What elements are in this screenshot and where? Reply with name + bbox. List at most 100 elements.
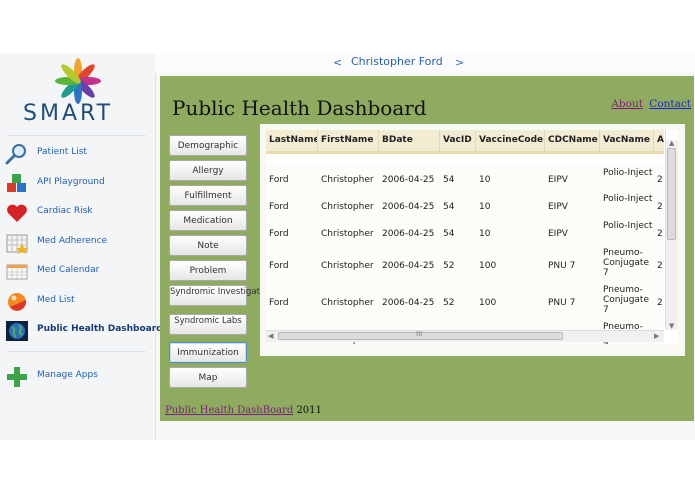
table-cell: 54	[443, 201, 455, 212]
table-cell: 54	[443, 228, 455, 239]
table-cell: EIPV	[548, 175, 568, 185]
table-row[interactable]: Ford Christopher 2006-04-25 54 10 EIPV Polio-I…	[266, 217, 664, 245]
column-header[interactable]: FirstName	[318, 130, 379, 151]
sidebar-item-public-health-dashboard[interactable]: Public Health Dashboard	[3, 318, 163, 344]
scroll-up-icon[interactable]: ▲	[669, 139, 674, 147]
table-row[interactable]: Ford Christopher 2006-04-25 52 100 PNU 7 Pneum…	[266, 244, 664, 282]
contact-link[interactable]: Contact	[649, 98, 691, 110]
table-cell: 54	[443, 175, 455, 185]
calendar-grid-icon	[6, 234, 28, 254]
scroll-grip: III	[416, 330, 423, 338]
top-links: About Contact	[611, 98, 691, 110]
table-cell: 52	[443, 297, 455, 308]
menu-button-map[interactable]: Map	[169, 367, 247, 388]
table-cell: Christopher	[321, 201, 374, 212]
menu-button-fulfillment[interactable]: Fulfillment	[169, 185, 247, 206]
sidebar-item-med-list[interactable]: Med List	[3, 289, 153, 315]
footer-year: 2011	[296, 405, 322, 416]
logo-text: SMART	[23, 101, 114, 126]
table-row[interactable]: Ford Christopher 2006-04-25 52 100 PNU 7 Pneum…	[266, 281, 664, 319]
immunization-grid: LastName FirstName BDate VacID VaccineCode CD…	[266, 130, 678, 344]
menu-button-syndromic-labs[interactable]: Syndromic Labs	[169, 314, 247, 335]
table-cell: 2006-04-25	[382, 201, 435, 212]
table-cell: PNU 7	[548, 297, 576, 308]
sidebar-item-api-playground[interactable]: API Playground	[3, 171, 153, 197]
table-row[interactable]: Ford Christopher 2006-04-25 54 10 EIPV Polio-I…	[266, 190, 664, 218]
table-cell: Polio-Inject	[603, 194, 653, 204]
page-title: Public Health Dashboard	[172, 96, 427, 120]
menu-button-medication[interactable]: Medication	[169, 210, 247, 231]
menu-button-note[interactable]: Note	[169, 235, 247, 256]
table-cell: Christopher	[321, 175, 374, 185]
horizontal-scroll-thumb[interactable]: III	[278, 330, 563, 340]
sidebar-item-label: Patient List	[37, 147, 87, 157]
menu-button-immunization[interactable]: Immunization	[169, 342, 247, 363]
sidebar-item-med-adherence[interactable]: Med Adherence	[3, 230, 153, 256]
table-cell: EIPV	[548, 228, 568, 239]
column-header[interactable]: VacName	[600, 130, 654, 151]
table-cell: 52	[443, 260, 455, 271]
grid-panel: LastName FirstName BDate VacID VaccineCode CD…	[260, 124, 685, 356]
sidebar-item-cardiac-risk[interactable]: Cardiac Risk	[3, 200, 153, 226]
sidebar-divider	[8, 135, 146, 136]
table-cell: Pneumo-Conjugate 7	[603, 285, 649, 315]
table-cell: 10	[479, 228, 491, 239]
column-header[interactable]: CDCName	[545, 130, 600, 151]
table-cell: Christopher	[321, 228, 374, 239]
next-patient-button[interactable]: >	[455, 56, 464, 69]
column-header[interactable]: VacID	[440, 130, 476, 151]
sidebar-item-label: Manage Apps	[37, 370, 98, 380]
table-cell: Pneumo-Conjugate 7	[603, 248, 649, 278]
table-cell: Polio-Inject	[603, 168, 653, 178]
table-cell: Christopher	[321, 260, 374, 271]
footer-link[interactable]: Public Health DashBoard	[165, 405, 293, 416]
table-cell: 2006-04-25	[382, 297, 435, 308]
patient-bar: < Christopher Ford >	[155, 53, 695, 73]
heart-icon	[7, 204, 27, 222]
menu-button-demographic[interactable]: Demographic	[169, 135, 247, 156]
blocks-icon	[7, 174, 26, 192]
table-cell: 2006-04-25	[382, 175, 435, 185]
sidebar-item-label: Med Adherence	[37, 236, 108, 246]
sidebar-item-label: API Playground	[37, 177, 105, 187]
table-cell: 10	[479, 201, 491, 212]
table-cell: Ford	[269, 175, 289, 185]
sidebar-item-patient-list[interactable]: Patient List	[3, 141, 153, 167]
sidebar-item-label: Public Health Dashboard	[37, 324, 163, 334]
grid-header: LastName FirstName BDate VacID VaccineCode CD…	[266, 130, 666, 154]
sidebar-item-manage-apps[interactable]: Manage Apps	[3, 364, 153, 390]
patient-name: Christopher Ford	[351, 55, 443, 68]
table-cell: Ford	[269, 201, 289, 212]
table-row[interactable]: Ford Christopher 2006-04-25 54 10 EIPV Polio-I…	[266, 164, 664, 191]
app-frame: SMART Patient List API Playground Cardia…	[0, 53, 695, 440]
sidebar-divider	[8, 351, 146, 352]
vertical-scroll-thumb[interactable]	[667, 148, 676, 240]
table-cell: Ford	[269, 260, 289, 271]
sidebar-item-med-calendar[interactable]: Med Calendar	[3, 259, 153, 285]
column-header[interactable]: BDate	[379, 130, 440, 151]
magnifier-icon	[5, 144, 26, 165]
scroll-right-icon[interactable]: ▶	[654, 332, 659, 340]
table-cell: 10	[479, 175, 491, 185]
horizontal-scrollbar[interactable]: ◀ III ▶	[266, 330, 664, 342]
plus-icon	[7, 367, 27, 387]
menu-button-allergy[interactable]: Allergy	[169, 160, 247, 181]
dashboard-panel: Public Health Dashboard About Contact De…	[160, 76, 694, 421]
previous-patient-button[interactable]: <	[333, 56, 342, 69]
menu-button-problem[interactable]: Problem	[169, 260, 247, 281]
globe-icon	[6, 321, 28, 341]
sidebar-item-label: Cardiac Risk	[37, 206, 93, 216]
sidebar-item-label: Med Calendar	[37, 265, 100, 275]
table-cell: Ford	[269, 297, 289, 308]
table-cell: 2006-04-25	[382, 260, 435, 271]
scroll-down-icon[interactable]: ▼	[669, 322, 674, 330]
table-cell: EIPV	[548, 201, 568, 212]
footer: Public Health DashBoard 2011	[165, 405, 322, 416]
pill-icon	[8, 293, 27, 311]
vertical-scrollbar[interactable]: ▲ ▼	[665, 139, 678, 330]
scroll-left-icon[interactable]: ◀	[268, 332, 273, 340]
about-link[interactable]: About	[611, 98, 643, 110]
column-header[interactable]: VaccineCode	[476, 130, 545, 151]
menu-button-syndromic-investigations[interactable]: Syndromic Investigations	[169, 285, 277, 306]
column-header[interactable]: LastName	[266, 130, 318, 151]
